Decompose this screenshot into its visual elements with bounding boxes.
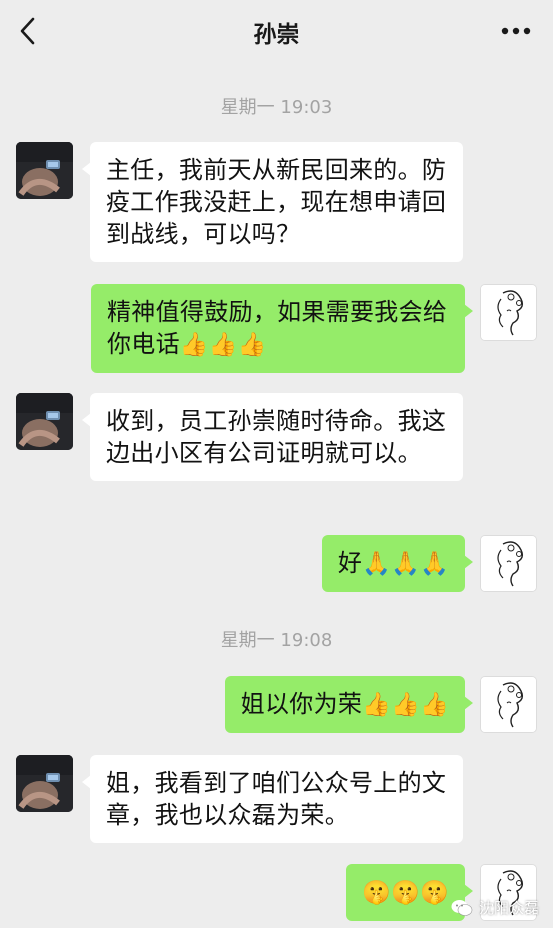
message-bubble-outgoing[interactable]: 好🙏🙏🙏: [321, 535, 474, 592]
message-text: 精神值得鼓励，如果需要我会给你电话: [107, 298, 448, 358]
avatar-self[interactable]: [480, 284, 537, 341]
self-avatar-image: [481, 677, 536, 732]
contact-avatar-image: [16, 755, 73, 812]
watermark: 沈阳众磊: [451, 897, 539, 918]
avatar-contact[interactable]: [16, 142, 73, 199]
avatar-self[interactable]: [480, 676, 537, 733]
watermark-text: 沈阳众磊: [478, 899, 539, 917]
self-avatar-image: [481, 285, 536, 340]
self-avatar-image: [481, 536, 536, 591]
chat-title: 孙崇: [253, 22, 300, 48]
timestamp: 星期一 19:08: [220, 630, 333, 651]
message-text: 姐以你为荣: [240, 690, 363, 718]
chat-header: 孙崇: [0, 0, 553, 62]
more-options-icon[interactable]: [499, 20, 533, 42]
message-bubble-incoming[interactable]: 收到，员工孙崇随时待命。我这边出小区有公司证明就可以。: [82, 393, 463, 481]
praying-hands-icon: 🙏🙏🙏: [362, 551, 449, 577]
message-bubble-incoming[interactable]: 姐，我看到了咱们公众号上的文章，我也以众磊为荣。: [82, 755, 463, 843]
wechat-icon: [451, 899, 473, 916]
message-text: 收到，员工孙崇随时待命。我这边出小区有公司证明就可以。: [106, 407, 447, 467]
message-text: 好: [337, 549, 363, 577]
thumbs-up-icon: 👍👍👍: [362, 692, 449, 718]
avatar-contact[interactable]: [16, 393, 73, 450]
message-bubble-outgoing[interactable]: 姐以你为荣👍👍👍: [224, 676, 474, 733]
thumbs-up-icon: 👍👍👍: [179, 332, 267, 358]
avatar-self[interactable]: [480, 535, 537, 592]
contact-avatar-image: [16, 142, 73, 199]
message-bubble-incoming[interactable]: 主任，我前天从新民回来的。防疫工作我没赶上，现在想申请回到战线，可以吗？: [82, 142, 463, 262]
contact-avatar-image: [16, 393, 73, 450]
message-text: 主任，我前天从新民回来的。防疫工作我没赶上，现在想申请回到战线，可以吗？: [106, 156, 447, 248]
message-text: 姐，我看到了咱们公众号上的文章，我也以众磊为荣。: [106, 769, 447, 829]
timestamp: 星期一 19:03: [220, 97, 333, 118]
avatar-contact[interactable]: [16, 755, 73, 812]
message-bubble-outgoing[interactable]: 精神值得鼓励，如果需要我会给你电话👍👍👍: [91, 284, 473, 373]
shushing-face-icon: 🤫🤫🤫: [362, 880, 449, 906]
message-bubble-outgoing[interactable]: 🤫🤫🤫: [346, 864, 473, 921]
